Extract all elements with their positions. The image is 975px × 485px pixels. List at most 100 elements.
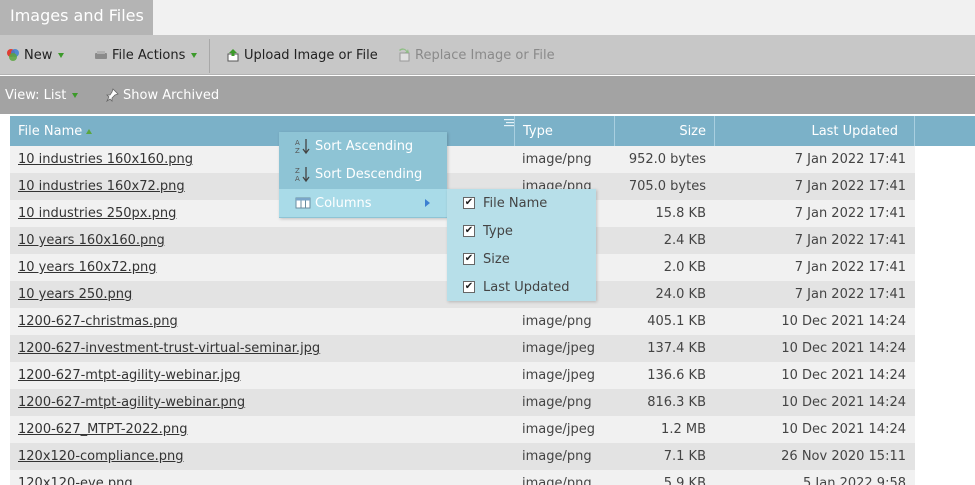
file-type: image/png [522, 314, 592, 329]
file-size: 2.4 KB [663, 233, 706, 248]
chevron-down-icon [58, 52, 65, 58]
file-size: 705.0 bytes [628, 179, 706, 194]
table-row[interactable]: 120x120-compliance.png image/png 7.1 KB 26 … [10, 443, 915, 470]
file-name-link[interactable]: 10 years 160x72.png [18, 254, 157, 281]
file-name-link[interactable]: 10 years 250.png [18, 281, 132, 308]
title-bar: Images and Files [0, 0, 975, 35]
replace-button[interactable]: Replace Image or File [397, 35, 555, 75]
chevron-down-icon [191, 52, 198, 58]
file-size: 136.6 KB [647, 368, 706, 383]
column-header-file-name[interactable]: File Name [18, 116, 93, 146]
sort-za-icon: Z A [295, 167, 310, 183]
column-header-label: File Name [18, 123, 83, 139]
checkbox[interactable]: ✔ [463, 281, 475, 293]
upload-label: Upload Image or File [244, 47, 378, 63]
file-size: 1.2 MB [661, 422, 706, 437]
table-row[interactable]: 1200-627-mtpt-agility-webinar.png image/p… [10, 389, 915, 416]
table-row[interactable]: 1200-627-investment-trust-virtual-semina… [10, 335, 915, 362]
file-last-updated: 10 Dec 2021 14:24 [781, 395, 906, 410]
color-wheel-icon [7, 49, 19, 61]
file-size: 24.0 KB [655, 287, 706, 302]
columns-submenu: ✔ File Name ✔ Type ✔ Size ✔ Last Updated [447, 189, 596, 301]
file-last-updated: 10 Dec 2021 14:24 [781, 341, 906, 356]
svg-text:Z: Z [295, 147, 300, 155]
svg-text:A: A [295, 139, 300, 147]
table-row[interactable]: 1200-627-christmas.png image/png 405.1 KB 1… [10, 308, 915, 335]
column-context-menu: A Z Sort Ascending Z A Sort Descending C… [279, 132, 447, 218]
file-last-updated: 7 Jan 2022 17:41 [794, 206, 906, 221]
file-name-link[interactable]: 1200-627-mtpt-agility-webinar.png [18, 389, 245, 416]
file-name-link[interactable]: 120x120-compliance.png [18, 443, 183, 470]
menu-item-sort-descending[interactable]: Z A Sort Descending [279, 160, 447, 188]
file-last-updated: 10 Dec 2021 14:24 [781, 368, 906, 383]
checkbox[interactable]: ✔ [463, 197, 475, 209]
file-name-link[interactable]: 10 industries 160x160.png [18, 146, 193, 173]
grid-header-filler [915, 116, 975, 146]
view-selector[interactable]: View: List [5, 76, 79, 114]
file-size: 952.0 bytes [628, 152, 706, 167]
submenu-item-label: Last Updated [483, 279, 570, 295]
file-name-link[interactable]: 1200-627-investment-trust-virtual-semina… [18, 335, 320, 362]
table-row[interactable]: 120x120-eye.png image/png 5.9 KB 5 Jan 2022… [10, 470, 915, 485]
upload-button[interactable]: Upload Image or File [226, 35, 378, 75]
menu-item-sort-ascending[interactable]: A Z Sort Ascending [279, 132, 447, 160]
grid-header: File Name Type Size Last Updated [10, 116, 915, 146]
submenu-item-column[interactable]: ✔ Type [447, 217, 596, 245]
file-type: image/png [522, 395, 592, 410]
show-archived-button[interactable]: Show Archived [105, 76, 219, 114]
show-archived-label: Show Archived [123, 87, 220, 103]
file-name-link[interactable]: 1200-627_MTPT-2022.png [18, 416, 187, 443]
column-header-last-updated[interactable]: Last Updated [811, 116, 898, 146]
column-divider[interactable] [714, 116, 715, 146]
checkbox[interactable]: ✔ [463, 253, 475, 265]
column-header-type[interactable]: Type [523, 116, 553, 146]
toolbar: New File Actions Upload Image or File Re… [0, 35, 975, 75]
column-divider[interactable] [514, 116, 515, 146]
table-row[interactable]: 10 industries 160x160.png image/png 952.0 … [10, 146, 915, 173]
file-last-updated: 7 Jan 2022 17:41 [794, 260, 906, 275]
columns-icon [295, 197, 311, 209]
submenu-item-column[interactable]: ✔ Size [447, 245, 596, 273]
file-last-updated: 7 Jan 2022 17:41 [794, 152, 906, 167]
column-header-label: Last Updated [811, 123, 898, 139]
file-actions-button[interactable]: File Actions [94, 35, 198, 75]
replace-label: Replace Image or File [415, 47, 555, 63]
view-bar: View: List Show Archived [0, 76, 975, 114]
file-name-link[interactable]: 120x120-eye.png [18, 470, 133, 485]
menu-item-label: Sort Ascending [315, 138, 414, 154]
column-divider[interactable] [614, 116, 615, 146]
column-divider[interactable] [914, 116, 915, 146]
menu-item-label: Sort Descending [315, 166, 423, 182]
column-menu-icon[interactable] [504, 118, 514, 127]
page-title: Images and Files [0, 0, 153, 35]
table-row[interactable]: 1200-627_MTPT-2022.png image/jpeg 1.2 MB 10… [10, 416, 915, 443]
file-name-link[interactable]: 1200-627-mtpt-agility-webinar.jpg [18, 362, 241, 389]
submenu-item-label: Type [483, 223, 513, 239]
sort-ascending-icon [86, 128, 93, 134]
file-type: image/png [522, 476, 592, 485]
checkbox[interactable]: ✔ [463, 225, 475, 237]
file-name-link[interactable]: 1200-627-christmas.png [18, 308, 178, 335]
file-name-link[interactable]: 10 industries 160x72.png [18, 173, 185, 200]
file-type: image/jpeg [522, 341, 595, 356]
file-name-link[interactable]: 10 industries 250px.png [18, 200, 176, 227]
file-type: image/jpeg [522, 368, 595, 383]
submenu-item-column[interactable]: ✔ Last Updated [447, 273, 596, 301]
file-size: 2.0 KB [663, 260, 706, 275]
file-last-updated: 7 Jan 2022 17:41 [794, 233, 906, 248]
submenu-item-column[interactable]: ✔ File Name [447, 189, 596, 217]
svg-text:Z: Z [295, 167, 300, 175]
pin-icon [106, 88, 119, 102]
file-last-updated: 7 Jan 2022 17:41 [794, 179, 906, 194]
file-name-link[interactable]: 10 years 160x160.png [18, 227, 165, 254]
menu-item-columns[interactable]: Columns [279, 189, 447, 217]
submenu-item-label: File Name [483, 195, 548, 211]
file-size: 15.8 KB [655, 206, 706, 221]
file-size: 816.3 KB [647, 395, 706, 410]
file-type: image/png [522, 152, 592, 167]
column-header-label: Size [679, 123, 706, 139]
column-header-size[interactable]: Size [679, 116, 706, 146]
new-button[interactable]: New [6, 35, 65, 75]
file-type: image/jpeg [522, 422, 595, 437]
table-row[interactable]: 1200-627-mtpt-agility-webinar.jpg image/j… [10, 362, 915, 389]
